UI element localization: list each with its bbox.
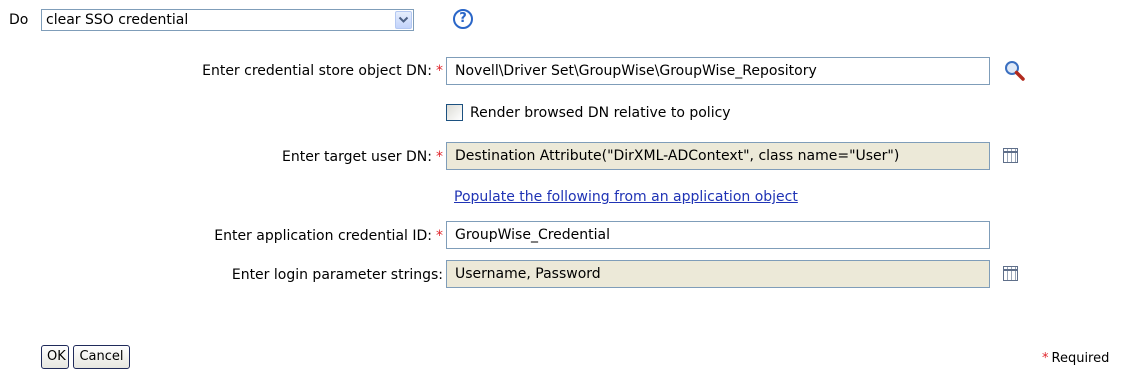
target-user-dn-field[interactable]: Destination Attribute("DirXML-ADContext"…	[446, 142, 990, 170]
render-relative-label: Render browsed DN relative to policy	[470, 105, 731, 121]
required-marker: *	[436, 63, 443, 79]
login-params-label: Enter login parameter strings:	[231, 267, 443, 283]
required-marker: *	[436, 149, 443, 165]
action-select[interactable]: clear SSO credential	[41, 9, 414, 31]
chevron-down-icon[interactable]	[395, 11, 412, 29]
argument-builder-icon[interactable]	[1003, 148, 1018, 163]
credential-store-label: Enter credential store object DN:	[202, 63, 432, 79]
target-user-label-group: Enter target user DN: *	[282, 148, 443, 166]
cancel-button[interactable]: Cancel	[73, 345, 130, 369]
login-params-label-group: Enter login parameter strings:	[232, 266, 443, 284]
render-relative-checkbox[interactable]	[446, 104, 463, 121]
required-marker: *	[436, 228, 443, 244]
credential-store-label-group: Enter credential store object DN: *	[202, 62, 443, 80]
action-select-value: clear SSO credential	[46, 12, 189, 28]
credential-store-dn-input[interactable]: Novell\Driver Set\GroupWise\GroupWise_Re…	[446, 57, 990, 85]
login-parameter-strings-field[interactable]: Username, Password	[446, 260, 990, 288]
ok-button[interactable]: OK	[41, 345, 69, 369]
target-user-label: Enter target user DN:	[281, 149, 432, 165]
required-marker: *	[1042, 351, 1049, 366]
populate-from-application-link[interactable]: Populate the following from an applicati…	[454, 188, 798, 206]
argument-builder-icon[interactable]	[1003, 266, 1018, 281]
do-label: Do	[9, 12, 29, 28]
application-credential-id-input[interactable]: GroupWise_Credential	[446, 221, 990, 249]
magnifier-icon[interactable]	[1000, 58, 1028, 84]
help-icon[interactable]: ?	[453, 9, 473, 29]
app-credential-label: Enter application credential ID:	[214, 228, 432, 244]
required-note: * Required	[1042, 350, 1109, 368]
required-note-text: Required	[1051, 351, 1110, 366]
app-credential-label-group: Enter application credential ID: *	[214, 227, 443, 245]
